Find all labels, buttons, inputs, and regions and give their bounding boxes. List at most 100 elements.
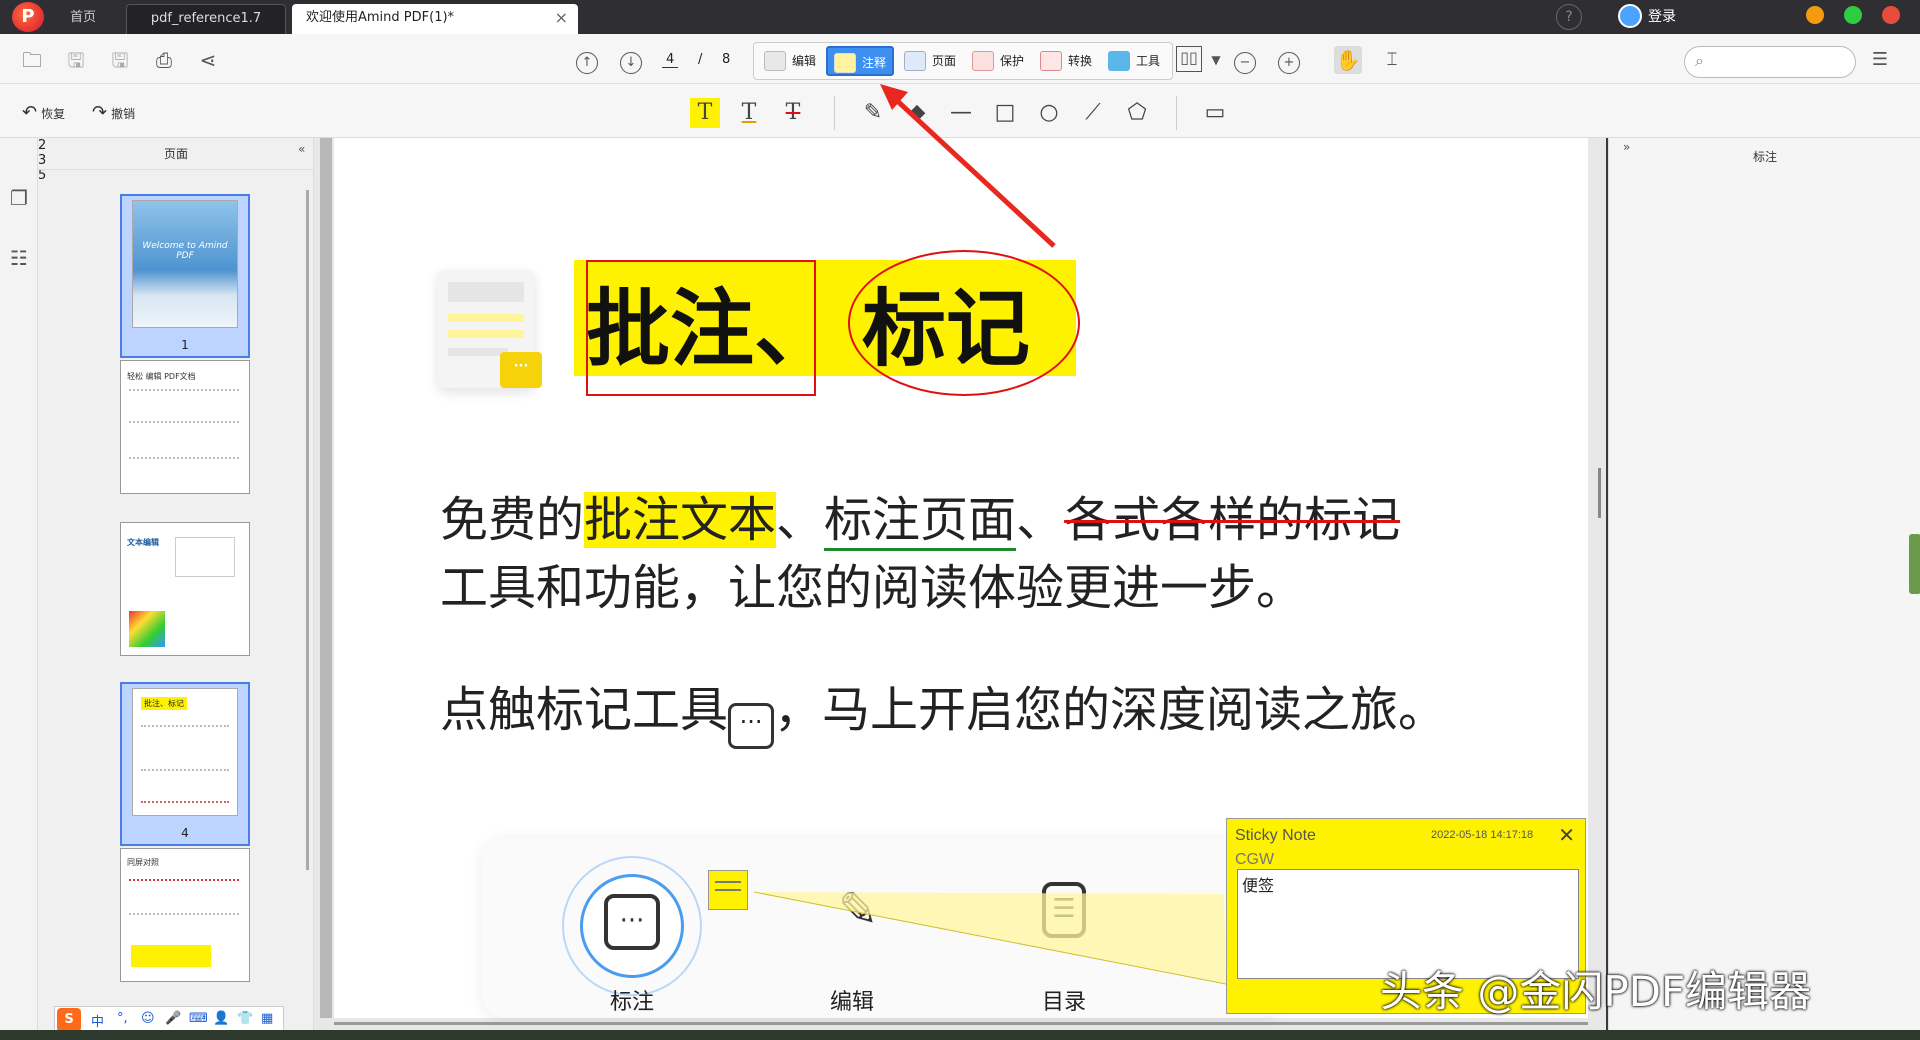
prev-page-icon[interactable]: ↑ xyxy=(576,52,598,74)
mode-protect-label: 保护 xyxy=(1000,54,1025,68)
undo-button[interactable]: ↶ 恢复 xyxy=(22,102,65,123)
mode-page-label: 页面 xyxy=(932,54,957,68)
search-input[interactable]: ⌕ xyxy=(1684,46,1856,78)
left-gutter xyxy=(320,138,332,1018)
close-window-button[interactable] xyxy=(1882,6,1900,24)
thumbnail-panel-title: 页面 xyxy=(38,138,314,170)
close-tab-icon[interactable]: × xyxy=(555,4,568,32)
thumbnail-image: 批注、标记 xyxy=(132,688,238,816)
sticky-note-icon[interactable]: ▭ xyxy=(1200,98,1230,128)
redo-icon: ↷ xyxy=(92,102,108,123)
hand-icon[interactable]: ✋ xyxy=(1334,46,1362,74)
ime-item[interactable]: 👤 xyxy=(213,1011,229,1026)
search-icon: ⌕ xyxy=(1695,51,1704,70)
rectangle-icon[interactable]: □ xyxy=(990,98,1020,128)
thumbnail-page-3[interactable]: 文本编辑 xyxy=(120,522,250,656)
thumbnail-text-line xyxy=(141,725,229,727)
eraser-icon[interactable]: ◆ xyxy=(902,98,932,128)
ime-item[interactable]: ▦ xyxy=(261,1011,273,1026)
save-as-icon[interactable]: 🖫 xyxy=(106,46,134,74)
sticky-note-marker-icon[interactable] xyxy=(708,870,748,910)
highlight-text-icon[interactable]: T xyxy=(690,98,720,128)
mode-protect-button[interactable]: 保护 xyxy=(966,46,1030,76)
sticky-note-title: Sticky Note xyxy=(1235,827,1316,844)
tab-welcome-document[interactable]: 欢迎使用Amind PDF(1)* × xyxy=(292,4,578,34)
share-icon[interactable]: ⋖ xyxy=(194,46,222,74)
outline-panel-icon[interactable]: ☷ xyxy=(5,244,33,272)
main-toolbar: 🗀 🖫 🖫 ⎙ ⋖ ↑ ↓ 4 / 8 编辑 注释 页面 保护 转换 工具 ▯▯… xyxy=(0,34,1920,84)
mode-convert-button[interactable]: 转换 xyxy=(1034,46,1098,76)
save-icon[interactable]: 🖫 xyxy=(62,46,90,74)
document-scrollbar[interactable] xyxy=(1598,468,1601,518)
collapse-panel-icon[interactable]: « xyxy=(298,142,305,156)
ime-item[interactable]: 👕 xyxy=(237,1011,253,1026)
pages-panel-icon[interactable]: ❐ xyxy=(5,184,33,212)
page-separator: / xyxy=(698,52,703,67)
next-page-icon[interactable]: ↓ xyxy=(620,52,642,74)
tab-home[interactable]: 首页 xyxy=(56,4,110,34)
tab-welcome-label: 欢迎使用Amind PDF(1)* xyxy=(306,10,455,25)
mode-page-button[interactable]: 页面 xyxy=(898,46,962,76)
toolbar-divider xyxy=(1176,96,1177,130)
thumbnail-page-2[interactable]: 轻松 编辑 PDF文档 xyxy=(120,360,250,494)
mode-edit-button[interactable]: 编辑 xyxy=(758,46,822,76)
ime-item[interactable]: 🎤 xyxy=(165,1011,181,1026)
ime-item[interactable]: °, xyxy=(117,1011,128,1026)
annotation-toolbar: ↶ 恢复 ↷ 撤销 T T T ✎ ◆ — □ ○ ⟋ ⬠ ▭ xyxy=(0,84,1920,138)
view-mode-icon[interactable]: ▯▯ xyxy=(1176,46,1202,72)
thumbnail-palette xyxy=(175,537,235,577)
thumbnail-page-4[interactable]: 批注、标记 4 xyxy=(120,682,250,846)
select-icon[interactable]: ⌶ xyxy=(1378,46,1406,74)
app-logo: P xyxy=(12,2,44,32)
thumbnail-text-line xyxy=(129,421,239,423)
ime-item[interactable]: ⌨ xyxy=(189,1011,208,1026)
toolbar-divider xyxy=(834,96,835,130)
thumbnail-highlight xyxy=(131,945,211,967)
user-avatar-icon[interactable] xyxy=(1618,4,1642,28)
watermark-text: 头条 @金闪PDF编辑器 xyxy=(1380,967,1812,1016)
convert-mode-icon xyxy=(1040,51,1062,71)
close-icon[interactable]: ✕ xyxy=(1558,823,1575,848)
menu-icon[interactable]: ☰ xyxy=(1866,46,1894,74)
zoom-out-icon[interactable]: − xyxy=(1234,52,1256,74)
thumbnail-scrollbar[interactable] xyxy=(306,190,309,870)
maximize-button[interactable] xyxy=(1844,6,1862,24)
thumbnail-page-number: 4 xyxy=(181,826,189,840)
thumbnail-text-line xyxy=(129,457,239,459)
login-button[interactable]: 登录 xyxy=(1648,6,1676,26)
thumbnail-text-line xyxy=(141,801,229,803)
minimize-button[interactable] xyxy=(1806,6,1824,24)
print-icon[interactable]: ⎙ xyxy=(150,46,178,74)
left-sidebar-strip: ❐ ☷ xyxy=(0,138,38,1040)
ime-logo-icon[interactable]: S xyxy=(57,1008,81,1032)
page-mode-icon xyxy=(904,51,926,71)
redo-button[interactable]: ↷ 撤销 xyxy=(92,102,135,123)
tab-pdf-reference[interactable]: pdf_reference1.7 xyxy=(126,4,286,34)
side-handle[interactable] xyxy=(1909,534,1920,594)
polygon-icon[interactable]: ⬠ xyxy=(1122,98,1152,128)
help-icon[interactable]: ? xyxy=(1556,4,1582,30)
pencil-icon[interactable]: ✎ xyxy=(858,98,888,128)
polyline-icon[interactable]: ⟋ xyxy=(1078,98,1108,128)
title-bar: P 首页 pdf_reference1.7 欢迎使用Amind PDF(1)* … xyxy=(0,0,1920,34)
mode-tools-label: 工具 xyxy=(1136,54,1161,68)
thumbnail-page-5[interactable]: 同屏对照 xyxy=(120,848,250,982)
zoom-in-icon[interactable]: + xyxy=(1278,52,1300,74)
folder-icon[interactable]: 🗀 xyxy=(18,46,46,74)
horizontal-scrollbar[interactable] xyxy=(334,1022,1588,1025)
line-icon[interactable]: — xyxy=(946,98,976,128)
circle-icon[interactable]: ○ xyxy=(1034,98,1064,128)
tools-mode-icon xyxy=(1108,51,1130,71)
total-pages: 8 xyxy=(722,52,731,67)
thumbnail-page-1[interactable]: Welcome to Amind PDF 1 xyxy=(120,194,250,358)
ime-item[interactable]: ☺ xyxy=(141,1011,155,1026)
mode-tools-button[interactable]: 工具 xyxy=(1102,46,1166,76)
current-page-input[interactable]: 4 xyxy=(662,52,679,68)
view-mode-dropdown-icon[interactable]: ▼ xyxy=(1202,46,1230,74)
ime-item[interactable]: 中 xyxy=(91,1011,104,1030)
underline-text-icon[interactable]: T xyxy=(734,98,764,128)
thumbnail-caption: 批注、标记 xyxy=(141,697,187,710)
thumbnail-caption: 同屏对照 xyxy=(127,858,159,867)
mode-annotate-button[interactable]: 注释 xyxy=(826,46,895,76)
strikethrough-text-icon[interactable]: T xyxy=(778,98,808,128)
